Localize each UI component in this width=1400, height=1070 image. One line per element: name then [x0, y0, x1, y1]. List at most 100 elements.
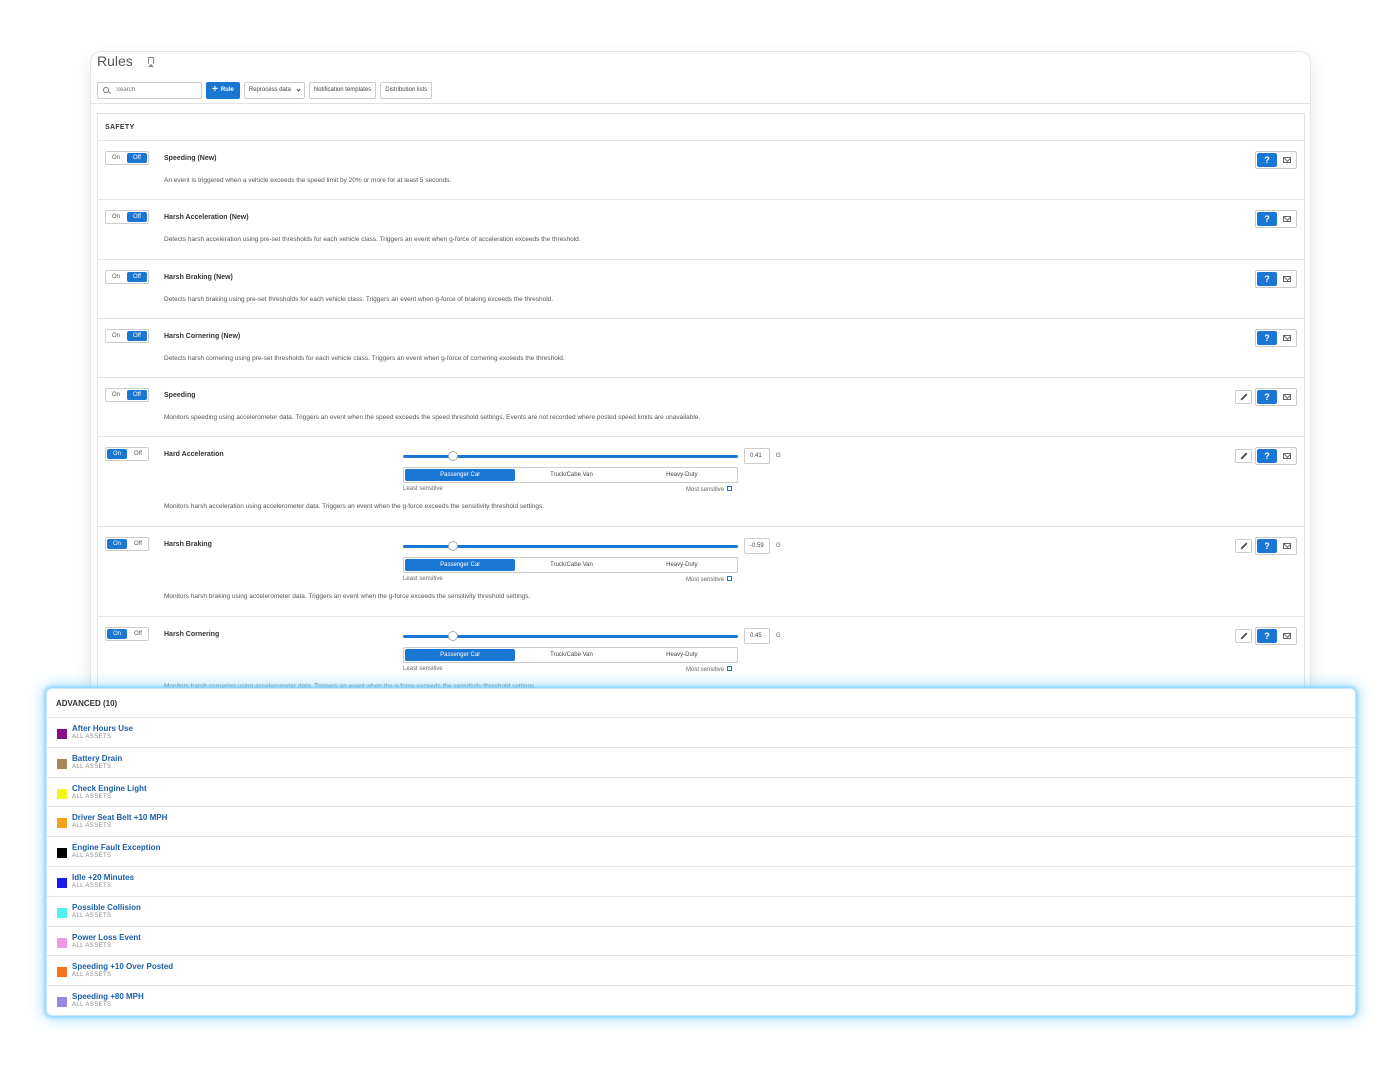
advanced-rule-name[interactable]: After Hours Use	[72, 724, 133, 733]
help-notify-group: ?	[1255, 269, 1297, 288]
toggle-on[interactable]: On	[106, 152, 126, 164]
vehicle-class-option[interactable]: Passenger Car	[405, 649, 516, 662]
advanced-rule-item[interactable]: Check Engine Light ALL ASSETS	[47, 778, 1355, 808]
vehicle-class-option[interactable]: Heavy-Duty	[627, 468, 737, 482]
advanced-rule-name[interactable]: Check Engine Light	[72, 784, 147, 793]
toggle-off[interactable]: Off	[128, 538, 148, 550]
toggle-on[interactable]: On	[107, 629, 127, 640]
toggle-on[interactable]: On	[106, 271, 126, 283]
advanced-rule-item[interactable]: Possible Collision ALL ASSETS	[47, 897, 1355, 927]
toggle-off[interactable]: Off	[127, 271, 147, 282]
toggle-off[interactable]: Off	[127, 212, 147, 223]
notification-button[interactable]	[1278, 629, 1295, 644]
on-off-toggle[interactable]: On Off	[105, 627, 149, 642]
help-button[interactable]: ?	[1257, 539, 1277, 554]
safety-rule-row: On Off Harsh Cornering (New) Detects harsh …	[98, 319, 1304, 379]
toggle-on[interactable]: On	[106, 211, 126, 223]
toggle-on[interactable]: On	[106, 389, 126, 401]
help-button[interactable]: ?	[1257, 330, 1277, 345]
search-box[interactable]	[97, 81, 202, 99]
on-off-toggle[interactable]: On Off	[105, 269, 149, 284]
toggle-on[interactable]: On	[106, 330, 126, 342]
reprocess-data-button[interactable]: Reprocess data	[243, 81, 305, 99]
advanced-rule-item[interactable]: Speeding +80 MPH ALL ASSETS	[47, 986, 1355, 1015]
notification-button[interactable]	[1278, 271, 1295, 286]
reprocess-data-label: Reprocess data	[248, 87, 291, 93]
help-button[interactable]: ?	[1257, 629, 1277, 644]
toggle-on[interactable]: On	[107, 539, 127, 550]
advanced-rule-item[interactable]: Idle +20 Minutes ALL ASSETS	[47, 867, 1355, 897]
notification-button[interactable]	[1278, 153, 1295, 167]
advanced-rule-item[interactable]: Battery Drain ALL ASSETS	[47, 748, 1355, 778]
threshold-value-input[interactable]: 0.45	[744, 628, 770, 645]
most-sensitive-link[interactable]: Most sensitive	[686, 576, 733, 583]
advanced-rule-name[interactable]: Engine Fault Exception	[72, 843, 160, 852]
vehicle-class-option[interactable]: Heavy-Duty	[627, 558, 737, 572]
notification-button[interactable]	[1278, 539, 1295, 554]
notification-button[interactable]	[1278, 212, 1295, 227]
slider-thumb[interactable]	[448, 631, 458, 642]
bookmark-icon[interactable]	[148, 57, 154, 67]
toggle-off[interactable]: Off	[127, 330, 147, 341]
advanced-rule-item[interactable]: Driver Seat Belt +10 MPH ALL ASSETS	[47, 807, 1355, 838]
vehicle-class-selector: Passenger Car Truck/Cabe Van Heavy-Duty	[403, 467, 738, 484]
on-off-toggle[interactable]: On Off	[105, 447, 149, 462]
toggle-off[interactable]: Off	[127, 153, 147, 163]
on-off-toggle[interactable]: On Off	[105, 151, 149, 165]
notification-button[interactable]	[1278, 449, 1295, 464]
help-button[interactable]: ?	[1257, 212, 1277, 227]
safety-rule-row: On Off Harsh Braking (New) Detects harsh br…	[98, 260, 1304, 319]
advanced-rule-name[interactable]: Speeding +10 Over Posted	[72, 962, 173, 971]
threshold-value-input[interactable]: 0.41	[744, 448, 770, 465]
advanced-rule-item[interactable]: Engine Fault Exception ALL ASSETS	[47, 837, 1355, 867]
advanced-rule-name[interactable]: Battery Drain	[72, 754, 122, 763]
toggle-off[interactable]: Off	[128, 448, 148, 460]
toggle-off[interactable]: Off	[128, 628, 148, 640]
on-off-toggle[interactable]: On Off	[105, 210, 149, 225]
toggle-off[interactable]: Off	[127, 390, 147, 401]
slider-thumb[interactable]	[448, 541, 458, 552]
rule-color-swatch	[57, 997, 67, 1008]
edit-button[interactable]	[1235, 390, 1252, 405]
advanced-rule-scope: ALL ASSETS	[72, 734, 112, 740]
page-title: Rules	[97, 53, 133, 69]
help-button[interactable]: ?	[1257, 449, 1277, 464]
on-off-toggle[interactable]: On Off	[105, 537, 149, 552]
advanced-rule-item[interactable]: After Hours Use ALL ASSETS	[47, 718, 1355, 748]
vehicle-class-option[interactable]: Truck/Cabe Van	[516, 558, 626, 572]
slider-thumb[interactable]	[448, 451, 458, 462]
advanced-rule-name[interactable]: Idle +20 Minutes	[72, 873, 134, 882]
notification-button[interactable]	[1278, 330, 1295, 345]
edit-button[interactable]	[1235, 629, 1252, 644]
on-off-toggle[interactable]: On Off	[105, 328, 149, 343]
advanced-rule-name[interactable]: Speeding +80 MPH	[72, 992, 144, 1001]
advanced-rule-name[interactable]: Driver Seat Belt +10 MPH	[72, 813, 167, 822]
rule-description: Monitors harsh acceleration using accele…	[164, 503, 545, 511]
edit-button[interactable]	[1235, 449, 1252, 464]
toggle-on[interactable]: On	[107, 449, 127, 460]
on-off-toggle[interactable]: On Off	[105, 388, 149, 403]
threshold-value-input[interactable]: -0.59	[744, 538, 770, 555]
help-button[interactable]: ?	[1257, 390, 1277, 405]
vehicle-class-option[interactable]: Heavy-Duty	[627, 648, 737, 662]
vehicle-class-option[interactable]: Truck/Cabe Van	[516, 468, 626, 482]
edit-button[interactable]	[1235, 539, 1252, 554]
help-button[interactable]: ?	[1257, 153, 1277, 167]
advanced-rule-name[interactable]: Power Loss Event	[72, 933, 141, 942]
most-sensitive-link[interactable]: Most sensitive	[686, 666, 733, 673]
vehicle-class-option[interactable]: Passenger Car	[405, 559, 516, 572]
most-sensitive-link[interactable]: Most sensitive	[686, 486, 733, 493]
notification-templates-button[interactable]: Notification templates	[308, 81, 377, 99]
help-button[interactable]: ?	[1257, 271, 1277, 286]
add-rule-button[interactable]: + Rule	[206, 81, 240, 99]
advanced-rule-item[interactable]: Power Loss Event ALL ASSETS	[47, 927, 1355, 957]
search-input[interactable]	[116, 87, 196, 93]
vehicle-class-option[interactable]: Passenger Car	[405, 469, 516, 482]
distribution-lists-button[interactable]: Distribution lists	[380, 81, 433, 99]
advanced-rule-name[interactable]: Possible Collision	[72, 903, 141, 912]
vehicle-class-option[interactable]: Truck/Cabe Van	[516, 648, 626, 662]
advanced-rule-item[interactable]: Speeding +10 Over Posted ALL ASSETS	[47, 956, 1355, 987]
threshold-unit: G	[776, 453, 781, 460]
external-link-icon	[727, 666, 733, 672]
notification-button[interactable]	[1278, 390, 1295, 405]
